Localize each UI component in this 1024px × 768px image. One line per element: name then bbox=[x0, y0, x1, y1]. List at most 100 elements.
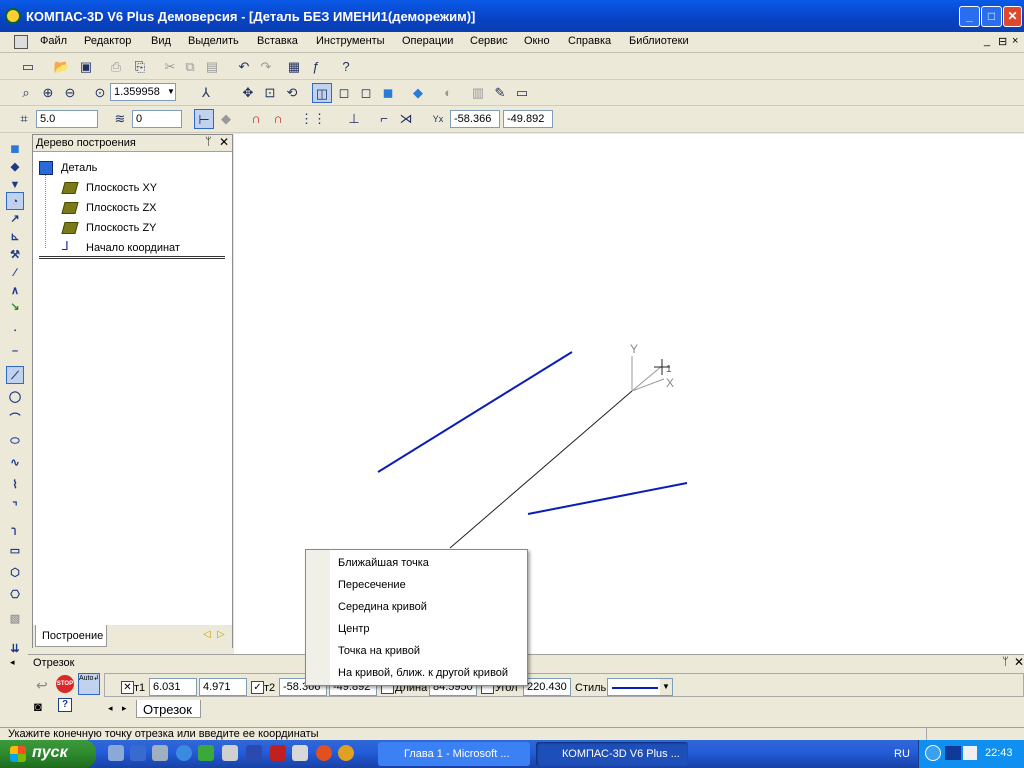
menu-window[interactable]: Окно bbox=[524, 35, 550, 47]
polygon-icon[interactable]: ⬡ bbox=[6, 564, 24, 582]
snap-magnet-icon[interactable]: ∩ bbox=[246, 109, 266, 129]
word-icon[interactable] bbox=[246, 745, 262, 761]
tab-construction[interactable]: Построение bbox=[35, 625, 107, 647]
edit-details-icon[interactable]: ◼ bbox=[6, 140, 24, 158]
panel-pin-icon[interactable]: ᛘ bbox=[1002, 656, 1009, 668]
help-icon[interactable]: ? bbox=[58, 698, 72, 712]
tab-right-icon[interactable]: ▸ bbox=[122, 703, 127, 714]
start-button[interactable]: пуск bbox=[0, 740, 96, 768]
vertex-edit-icon[interactable]: ⋊ bbox=[396, 109, 416, 129]
menu-item-point-on-curve[interactable]: Точка на кривой bbox=[338, 645, 420, 657]
zoom-in-icon[interactable]: ⊕ bbox=[38, 83, 58, 103]
print-icon[interactable]: ⎙ bbox=[106, 57, 126, 77]
task-kompas[interactable]: КОМПАС-3D V6 Plus ... bbox=[536, 742, 688, 766]
auxiliary-line-icon[interactable]: – bbox=[6, 342, 24, 360]
panel-arrow-icon[interactable]: ◂ bbox=[10, 657, 15, 668]
menu-libraries[interactable]: Библиотеки bbox=[629, 35, 689, 47]
fillet-icon[interactable]: ╮ bbox=[6, 520, 24, 538]
copy-icon[interactable]: ⧉ bbox=[180, 57, 200, 77]
polyline-icon[interactable]: ⌇ bbox=[6, 476, 24, 494]
menu-insert[interactable]: Вставка bbox=[257, 35, 298, 47]
language-indicator[interactable]: RU bbox=[894, 748, 910, 760]
filter-app-icon[interactable] bbox=[198, 745, 214, 761]
menu-file[interactable]: Файл bbox=[40, 35, 67, 47]
search-app-icon[interactable] bbox=[222, 745, 238, 761]
cut-icon[interactable]: ✂ bbox=[160, 57, 180, 77]
parametrize-icon[interactable]: ∕ bbox=[6, 264, 24, 282]
paste-icon[interactable]: ▤ bbox=[202, 57, 222, 77]
tab-scroll-right-icon[interactable]: ▷ bbox=[217, 629, 225, 640]
spatial-curves-icon[interactable]: ◆ bbox=[6, 158, 24, 176]
tree-root-part[interactable]: Деталь bbox=[61, 162, 97, 174]
tool-icon[interactable] bbox=[292, 745, 308, 761]
redo-icon[interactable]: ↷ bbox=[256, 57, 276, 77]
desktop-icon[interactable] bbox=[108, 745, 124, 761]
tray-arrow-icon[interactable] bbox=[925, 745, 941, 761]
camera-icon[interactable]: ◙ bbox=[34, 699, 42, 714]
orientation-icon[interactable]: ⅄ bbox=[196, 83, 216, 103]
hidden-lines-icon[interactable]: ◻ bbox=[334, 83, 354, 103]
powerpoint-icon[interactable] bbox=[270, 745, 286, 761]
tree-close-icon[interactable]: ✕ bbox=[219, 135, 229, 149]
tree-item-plane-zx[interactable]: Плоскость ZX bbox=[86, 202, 157, 214]
tree-item-plane-zy[interactable]: Плоскость ZY bbox=[86, 222, 157, 234]
print-preview-icon[interactable]: ⎘ bbox=[130, 57, 150, 77]
open-folder-icon[interactable]: 📂 bbox=[52, 57, 72, 77]
menu-view[interactable]: Вид bbox=[151, 35, 171, 47]
cursor-x-field[interactable]: -58.366 bbox=[450, 110, 500, 128]
title-bar[interactable]: КОМПАС-3D V6 Plus Демоверсия - [Деталь Б… bbox=[0, 0, 1024, 32]
zoom-dropdown-icon[interactable]: ▼ bbox=[164, 84, 178, 100]
local-cs-icon[interactable]: ⊢ bbox=[194, 109, 214, 129]
media-icon[interactable] bbox=[316, 745, 332, 761]
tree-item-origin[interactable]: Начало координат bbox=[86, 242, 180, 254]
menu-operations[interactable]: Операции bbox=[402, 35, 453, 47]
tray-app-icon[interactable] bbox=[945, 746, 961, 760]
notepad-icon[interactable] bbox=[152, 745, 168, 761]
sketch-segment-2[interactable] bbox=[527, 482, 688, 515]
menu-tools[interactable]: Инструменты bbox=[316, 35, 385, 47]
point-icon[interactable]: ∙ bbox=[6, 322, 24, 340]
doc-restore-button[interactable]: ⊟ bbox=[998, 35, 1007, 48]
menu-item-intersection[interactable]: Пересечение bbox=[338, 579, 406, 591]
doc-minimize-button[interactable]: _ bbox=[984, 35, 990, 47]
display-mode-icon[interactable]: ▭ bbox=[512, 83, 532, 103]
sketch-icon[interactable]: ◐ bbox=[438, 83, 458, 103]
sketch-segment-1[interactable] bbox=[377, 351, 573, 473]
select-icon[interactable]: ↘ bbox=[6, 298, 24, 316]
perspective-icon[interactable]: ◆ bbox=[408, 83, 428, 103]
menu-item-center[interactable]: Центр bbox=[338, 623, 370, 635]
t1-checkbox[interactable]: ✕ bbox=[121, 681, 134, 694]
function-icon[interactable]: ƒ bbox=[306, 57, 326, 77]
t2-checkbox[interactable]: ✓ bbox=[251, 681, 264, 694]
menu-service[interactable]: Сервис bbox=[470, 35, 508, 47]
rotate-icon[interactable]: ⟲ bbox=[282, 83, 302, 103]
minimize-button[interactable]: _ bbox=[959, 6, 980, 27]
hidden-thin-icon[interactable]: ◻ bbox=[356, 83, 376, 103]
pin-icon[interactable]: ᛘ bbox=[205, 136, 212, 148]
menu-item-nearest-point[interactable]: Ближайшая точка bbox=[338, 557, 429, 569]
t1-y-field[interactable]: 4.971 bbox=[199, 678, 247, 696]
t1-x-field[interactable]: 6.031 bbox=[149, 678, 197, 696]
tree-item-plane-xy[interactable]: Плоскость XY bbox=[86, 182, 157, 194]
doc-close-button[interactable]: × bbox=[1012, 35, 1018, 47]
tab-left-icon[interactable]: ◂ bbox=[108, 703, 113, 714]
angle-field[interactable]: 220.430 bbox=[523, 678, 571, 696]
style-dropdown-icon[interactable]: ▼ bbox=[660, 679, 672, 695]
stop-button[interactable]: STOP bbox=[56, 675, 74, 693]
circle-icon[interactable]: ◯ bbox=[6, 388, 24, 406]
task-word-document[interactable]: Глава 1 - Microsoft ... bbox=[378, 742, 530, 766]
menu-help[interactable]: Справка bbox=[568, 35, 611, 47]
chamfer-icon[interactable]: ⌝ bbox=[6, 498, 24, 516]
wireframe-icon[interactable]: ◫ bbox=[312, 83, 332, 103]
zoom-out-icon[interactable]: ⊖ bbox=[60, 83, 80, 103]
save-icon[interactable]: ▣ bbox=[76, 57, 96, 77]
variables-icon[interactable]: ▦ bbox=[284, 57, 304, 77]
tab-segment[interactable]: Отрезок bbox=[136, 700, 201, 718]
player-icon[interactable] bbox=[338, 745, 354, 761]
ie-icon[interactable] bbox=[176, 745, 192, 761]
zoom-fit-icon[interactable]: ⊡ bbox=[260, 83, 280, 103]
segment-icon[interactable]: ⟋ bbox=[6, 366, 24, 384]
layer-field[interactable]: 0 bbox=[132, 110, 182, 128]
ellipse-icon[interactable]: ⬭ bbox=[6, 432, 24, 450]
constraints-icon[interactable]: ⊾ bbox=[6, 228, 24, 246]
